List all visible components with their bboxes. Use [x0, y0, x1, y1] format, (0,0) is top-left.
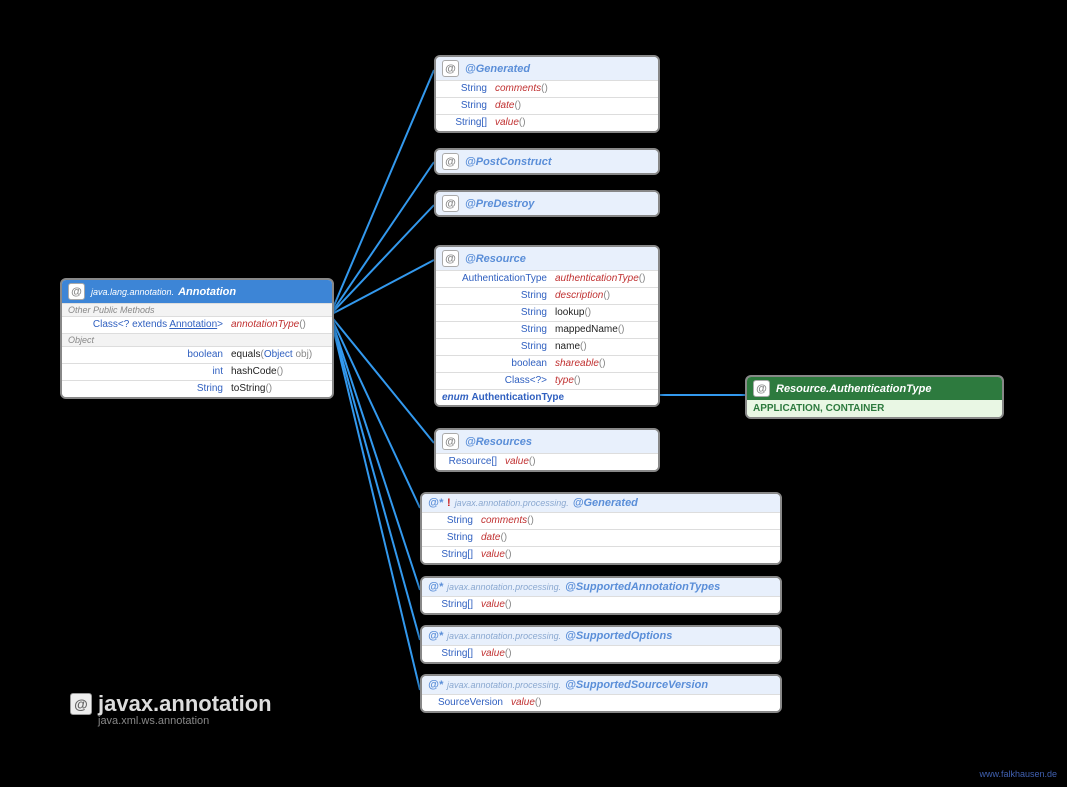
- annotation-icon: @: [442, 60, 459, 77]
- class-title: @* javax.annotation.processing. @Supporte…: [422, 676, 780, 694]
- class-supportedoptions: @* javax.annotation.processing. @Supporte…: [420, 625, 782, 664]
- annotation-icon: @: [70, 693, 92, 715]
- method-row: Stringlookup(): [436, 304, 658, 321]
- class-name: @Resources: [465, 436, 532, 448]
- class-title: @ java.lang.annotation. Annotation: [62, 280, 332, 303]
- class-name: @PostConstruct: [465, 156, 552, 168]
- method-row: Stringdate(): [436, 97, 658, 114]
- class-package: javax.annotation.processing.: [447, 582, 561, 592]
- method-row: Stringcomments(): [422, 512, 780, 529]
- method-row: Stringcomments(): [436, 80, 658, 97]
- class-postconstruct: @ @PostConstruct: [434, 148, 660, 175]
- method-row: String[]value(): [436, 114, 658, 131]
- annotation-icon: @: [442, 195, 459, 212]
- method-row: Stringname(): [436, 338, 658, 355]
- credit-link[interactable]: www.falkhausen.de: [979, 769, 1057, 779]
- class-name: @PreDestroy: [465, 198, 534, 210]
- class-annotation: @ java.lang.annotation. Annotation Other …: [60, 278, 334, 399]
- annotation-star-icon: @*: [428, 679, 443, 691]
- method-row: String[]value(): [422, 596, 780, 613]
- class-name: @Generated: [573, 497, 638, 509]
- class-package: javax.annotation.processing.: [447, 680, 561, 690]
- class-resources: @ @Resources Resource[]value(): [434, 428, 660, 472]
- class-title: @ @Resource: [436, 247, 658, 270]
- method-row: Class<?>type(): [436, 372, 658, 389]
- annotation-icon: @: [442, 250, 459, 267]
- annotation-star-icon: @*: [428, 630, 443, 642]
- class-title: @ @Generated: [436, 57, 658, 80]
- method-row: String[]value(): [422, 645, 780, 662]
- method-row: String[]value(): [422, 546, 780, 563]
- class-resource: @ @Resource AuthenticationTypeauthentica…: [434, 245, 660, 407]
- package-main: javax.annotation: [98, 691, 272, 717]
- enum-title: @ Resource.AuthenticationType: [747, 377, 1002, 400]
- class-package: javax.annotation.processing.: [447, 631, 561, 641]
- method-row: Resource[]value(): [436, 453, 658, 470]
- enum-name: Resource.AuthenticationType: [776, 383, 931, 395]
- enum-values: APPLICATION, CONTAINER: [747, 400, 1002, 417]
- section-label: Other Public Methods: [62, 303, 332, 316]
- method-row: int hashCode(): [62, 363, 332, 380]
- class-title: @* javax.annotation.processing. @Supporte…: [422, 627, 780, 645]
- annotation-icon: @: [753, 380, 770, 397]
- enum-authenticationtype: @ Resource.AuthenticationType APPLICATIO…: [745, 375, 1004, 419]
- class-package: javax.annotation.processing.: [455, 498, 569, 508]
- class-name: @SupportedOptions: [565, 630, 672, 642]
- enum-row: enum AuthenticationType: [436, 389, 658, 405]
- class-title: @ @Resources: [436, 430, 658, 453]
- class-title: @* javax.annotation.processing. @Supporte…: [422, 578, 780, 596]
- method-row: booleanshareable(): [436, 355, 658, 372]
- class-name: @SupportedSourceVersion: [565, 679, 708, 691]
- method-row: AuthenticationTypeauthenticationType(): [436, 270, 658, 287]
- class-title: @ @PostConstruct: [436, 150, 658, 173]
- class-name: Annotation: [178, 286, 236, 298]
- annotation-icon: @: [68, 283, 85, 300]
- package-label: @ javax.annotation java.xml.ws.annotatio…: [70, 691, 272, 727]
- method-row: boolean equals(Object obj): [62, 346, 332, 363]
- class-name: @Resource: [465, 253, 526, 265]
- class-name: @Generated: [465, 63, 530, 75]
- class-generated: @ @Generated Stringcomments() Stringdate…: [434, 55, 660, 133]
- class-supportedsourceversion: @* javax.annotation.processing. @Supporte…: [420, 674, 782, 713]
- class-name: @SupportedAnnotationTypes: [565, 581, 720, 593]
- class-package: java.lang.annotation.: [91, 287, 174, 297]
- class-title: @ @PreDestroy: [436, 192, 658, 215]
- method-row: String toString(): [62, 380, 332, 397]
- annotation-star-icon: @*: [428, 497, 443, 509]
- method-row: Stringdescription(): [436, 287, 658, 304]
- annotation-icon: @: [442, 433, 459, 450]
- method-row: SourceVersionvalue(): [422, 694, 780, 711]
- section-label: Object: [62, 333, 332, 346]
- class-predestroy: @ @PreDestroy: [434, 190, 660, 217]
- bang-icon: !: [447, 497, 451, 509]
- class-processing-generated: @* ! javax.annotation.processing. @Genera…: [420, 492, 782, 565]
- annotation-icon: @: [442, 153, 459, 170]
- class-supportedannotationtypes: @* javax.annotation.processing. @Supporte…: [420, 576, 782, 615]
- annotation-star-icon: @*: [428, 581, 443, 593]
- class-title: @* ! javax.annotation.processing. @Genera…: [422, 494, 780, 512]
- method-row: Stringdate(): [422, 529, 780, 546]
- method-row: Class<? extends Annotation> annotationTy…: [62, 316, 332, 333]
- method-row: StringmappedName(): [436, 321, 658, 338]
